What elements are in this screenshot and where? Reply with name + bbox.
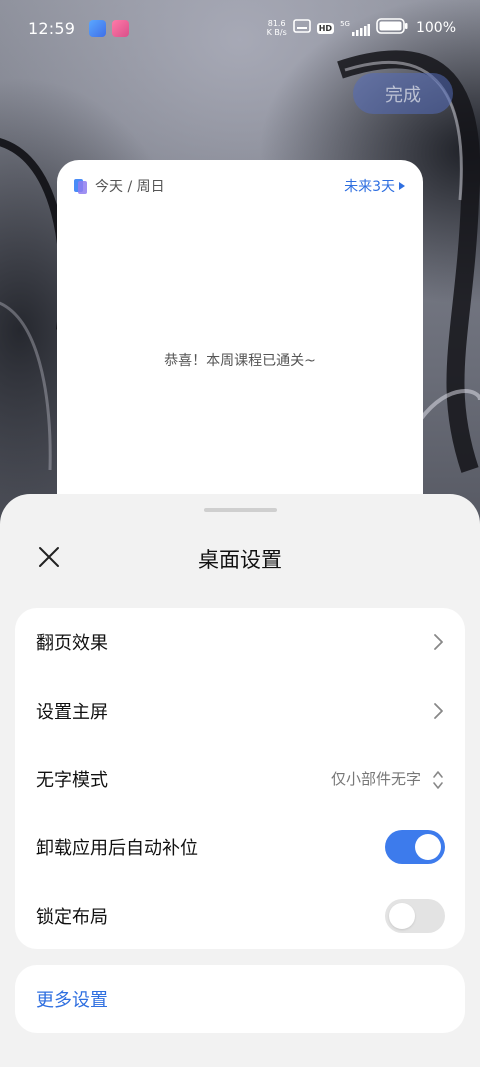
- up-down-chevron-icon: [431, 769, 445, 789]
- widget-date: 今天 / 周日: [95, 179, 165, 195]
- lock-layout-toggle[interactable]: [385, 898, 445, 933]
- settings-card: 翻页效果 设置主屏 无字模式 仅小部件无字 卸载应用后自动补位 锁定布局: [15, 608, 465, 949]
- gallery-app-icon: [89, 19, 107, 37]
- setting-row-home-screen[interactable]: 设置主屏: [15, 676, 465, 744]
- widget-header: 今天 / 周日 未来3天: [73, 176, 405, 196]
- triangle-right-icon: [399, 178, 405, 194]
- course-app-logo-icon: [73, 178, 88, 194]
- setting-label: 翻页效果: [36, 633, 108, 655]
- setting-label: 无字模式: [36, 769, 108, 791]
- done-button[interactable]: 完成: [353, 73, 453, 114]
- setting-row-page-effect[interactable]: 翻页效果: [15, 608, 465, 676]
- network-speed: 81.6 K B/s: [266, 19, 287, 37]
- more-settings-button[interactable]: 更多设置: [15, 965, 465, 1033]
- battery-percent: 100%: [415, 20, 456, 36]
- status-bar: 12:59 81.6 K B/s HD 5G 100%: [0, 0, 480, 56]
- setting-label: 卸载应用后自动补位: [36, 838, 198, 860]
- auto-fill-toggle[interactable]: [385, 830, 445, 865]
- status-time: 12:59: [28, 18, 76, 38]
- next-days-link[interactable]: 未来3天: [344, 176, 405, 196]
- setting-label: 锁定布局: [36, 906, 108, 928]
- chevron-right-icon: [431, 701, 445, 721]
- sheet-title: 桌面设置: [198, 548, 282, 572]
- screen-cast-icon: [292, 19, 311, 37]
- setting-row-auto-fill: 卸载应用后自动补位: [15, 813, 465, 881]
- setting-value: 仅小部件无字: [330, 770, 421, 789]
- setting-label: 设置主屏: [36, 701, 108, 723]
- setting-row-lock-layout: 锁定布局: [15, 882, 465, 950]
- signal-icon: 5G: [340, 20, 370, 36]
- setting-row-textless-mode[interactable]: 无字模式 仅小部件无字: [15, 745, 465, 813]
- sheet-drag-handle[interactable]: [204, 508, 277, 512]
- notification-app-icon: [112, 19, 130, 37]
- desktop-settings-sheet: 桌面设置 翻页效果 设置主屏 无字模式 仅小部件无字 卸载应用后自动补位 锁定布…: [0, 494, 480, 1067]
- battery-icon: [376, 18, 408, 38]
- chevron-right-icon: [431, 632, 445, 652]
- hd-icon: HD: [316, 22, 335, 34]
- widget-message: 恭喜！本周课程已通关~: [164, 353, 316, 369]
